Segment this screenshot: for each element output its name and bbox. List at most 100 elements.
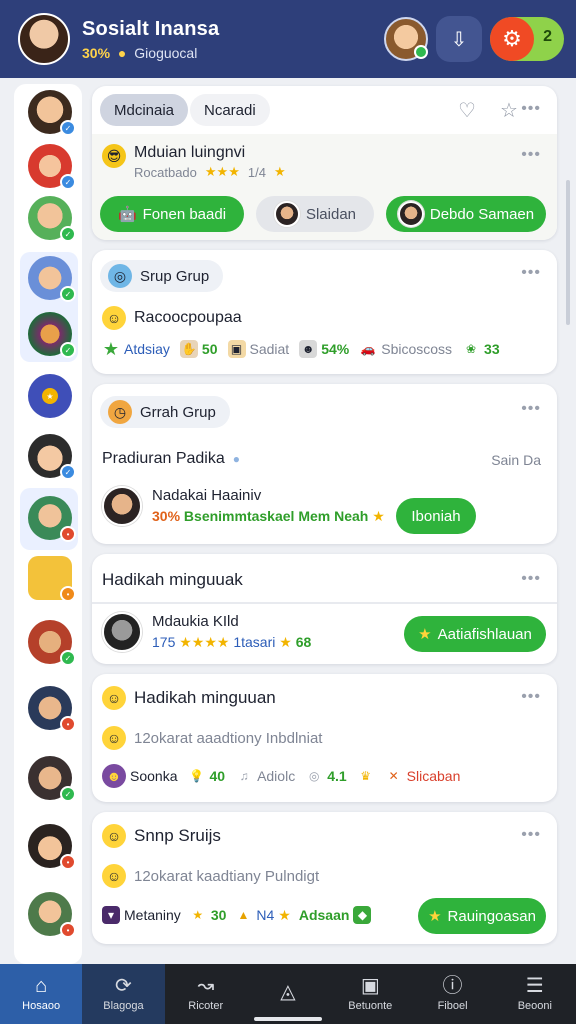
nav-home[interactable]: ⌂ Hosaoo	[0, 964, 83, 1024]
heart-icon[interactable]: ♡	[458, 98, 476, 123]
card-title-row: ☺ Hadikah minguuan	[102, 686, 276, 710]
rail-avatar[interactable]: ✓	[28, 144, 76, 190]
rating-text: 1/4	[247, 164, 266, 180]
more-icon[interactable]: •••	[521, 264, 541, 282]
group-chip[interactable]: ◷ Grrah Grup	[100, 396, 230, 428]
nav-label: Beooni	[517, 1000, 552, 1012]
action-button[interactable]: ★ Rauingoasan	[418, 898, 546, 934]
rail-avatar[interactable]: ✓	[28, 434, 76, 480]
rail-avatar[interactable]: ✓	[28, 312, 76, 358]
rating-row: 175 ★★★★ 1tasari ★ 68	[152, 634, 311, 651]
face-icon: ☻	[102, 764, 126, 788]
header-text: Sosialt Inansa 30% ● Gioguocal	[82, 18, 219, 61]
rating-text: 1tasari	[233, 634, 276, 650]
group-card: ◎ Srup Grup ••• ☺ Racoocpoupaa ★ Atdsiay ✋…	[92, 250, 557, 374]
nav-label: Fiboel	[437, 1000, 468, 1012]
nav-explore[interactable]: ◬	[247, 964, 329, 1024]
status-badge: •	[60, 586, 76, 602]
scrollbar[interactable]	[566, 180, 570, 325]
calendar-icon: ▣	[360, 975, 380, 997]
smile-emoji-icon: ☺	[102, 864, 126, 888]
header-percent: 30%	[82, 44, 111, 61]
star-icon: ★	[372, 508, 385, 524]
star-outline-icon[interactable]: ☆	[500, 98, 518, 123]
group-card: Hadikah minguuak ••• Mdaukia KIld 175 ★★…	[92, 554, 557, 664]
nav-info[interactable]: ⓘ Fiboel	[411, 964, 493, 1024]
download-button[interactable]: ⇩	[436, 16, 482, 62]
more-icon[interactable]: •••	[521, 570, 541, 588]
rail-avatar[interactable]: ★	[28, 374, 72, 418]
rail-avatar[interactable]: •	[28, 686, 76, 732]
rail-avatar[interactable]: ✓	[28, 90, 76, 136]
follow-button[interactable]: Iboniah	[396, 498, 476, 534]
nav-routes[interactable]: ↝ Ricoter	[165, 964, 247, 1024]
person-icon: ☻	[299, 340, 318, 358]
card-desc: 12okarat kaadtiany Pulndigt	[134, 867, 320, 885]
robot-icon: 🤖	[117, 206, 137, 223]
nav-groups[interactable]: ⟳ Blagoga	[82, 964, 165, 1024]
join-button[interactable]: 🤖 Fonen baadi	[100, 196, 244, 232]
friend-avatar[interactable]	[384, 17, 428, 61]
person-row: Mdaukia KIld 175 ★★★★ 1tasari ★ 68	[102, 612, 311, 652]
more-icon[interactable]: •••	[521, 688, 541, 706]
rail-avatar[interactable]: •	[28, 556, 76, 602]
tab-other[interactable]: Ncaradi	[190, 94, 270, 126]
action-button-label: Rauingoasan	[447, 907, 536, 925]
desc-row: ☺ 12okarat kaadtiany Pulndigt	[102, 864, 319, 888]
contacts-rail: ✓ ✓ ✓ ✓ ✓ ★ ✓ • • ✓ • ✓ • •	[14, 84, 82, 964]
trophy-icon: ♛	[360, 769, 372, 783]
action-button[interactable]: ★ Aatiafishlauan	[404, 616, 546, 652]
smile-emoji-icon: ☺	[102, 726, 126, 750]
stats-row: ▾ Metaniny ★ 30 ▲ N4 ★ Adsaan ◆	[102, 906, 372, 924]
info-circle-icon: ⓘ	[442, 975, 463, 997]
group-card: ☺ Snnp Sruijs ••• ☺ 12okarat kaadtiany P…	[92, 812, 557, 944]
star-icon: ★	[428, 908, 442, 925]
stat-label: Adiolc	[257, 768, 296, 784]
status-badge: •	[60, 922, 76, 938]
person-info: Nadakai Haainiv 30% Bsenimmtaskael Mem N…	[152, 487, 385, 525]
status-badge: •	[60, 526, 76, 542]
group-chip-label: Srup Grup	[140, 267, 210, 285]
stat-label: N4	[256, 907, 275, 923]
more-icon[interactable]: •••	[521, 146, 541, 164]
stat-label: Sbicoscoss	[381, 341, 453, 357]
status-badge: ✓	[60, 286, 76, 302]
star-icon: ★	[102, 338, 120, 359]
stat-label: Soonka	[130, 768, 178, 784]
more-icon[interactable]: •••	[521, 100, 541, 118]
stat-label: Slicaban	[406, 768, 461, 784]
invite-button-label: Debdo Samaen	[429, 205, 535, 223]
rail-avatar[interactable]: •	[28, 892, 76, 938]
person-avatar[interactable]	[102, 612, 142, 652]
card-desc: 12okarat aaadtiony Inbdlniat	[134, 729, 323, 747]
rating-row: Rocatbado ★★★ 1/4 ★	[134, 164, 286, 180]
person-avatar[interactable]	[102, 486, 142, 526]
profile-chip[interactable]: Slaidan	[256, 196, 374, 232]
rail-avatar[interactable]: •	[28, 824, 76, 870]
stat-label: Atdsiay	[124, 341, 170, 357]
rail-avatar[interactable]: •	[28, 496, 76, 542]
rail-avatar[interactable]: ✓	[28, 256, 76, 302]
nav-menu[interactable]: ☰ Beooni	[494, 964, 576, 1024]
route-icon: ↝	[197, 975, 215, 997]
tab-active[interactable]: Mdcinaia	[100, 94, 189, 126]
group-chip[interactable]: ◎ Srup Grup	[100, 260, 224, 292]
stat-label: Sadiat	[249, 341, 290, 357]
rail-avatar[interactable]: ✓	[28, 620, 76, 666]
bag-icon: ▲	[237, 908, 250, 922]
rail-avatar[interactable]: ✓	[28, 196, 76, 242]
rail-avatar[interactable]: ✓	[28, 756, 76, 802]
more-icon[interactable]: •••	[521, 826, 541, 844]
rating-number: 175	[152, 634, 176, 650]
status-badge: ✓	[60, 786, 76, 802]
card-title: Pradiuran Padika	[102, 450, 225, 467]
nav-label: Ricoter	[188, 1000, 224, 1012]
card-title: Hadikah minguuan	[134, 688, 276, 707]
card-title-row: Pradiuran Padika ●	[102, 450, 240, 468]
more-icon[interactable]: •••	[521, 400, 541, 418]
nav-calendar[interactable]: ▣ Betuonte	[329, 964, 411, 1024]
status-badge: •	[60, 854, 76, 870]
profile-avatar[interactable]	[18, 13, 70, 65]
settings-toggle[interactable]: ⚙ 2	[490, 17, 564, 61]
invite-button[interactable]: Debdo Samaen	[386, 196, 546, 232]
